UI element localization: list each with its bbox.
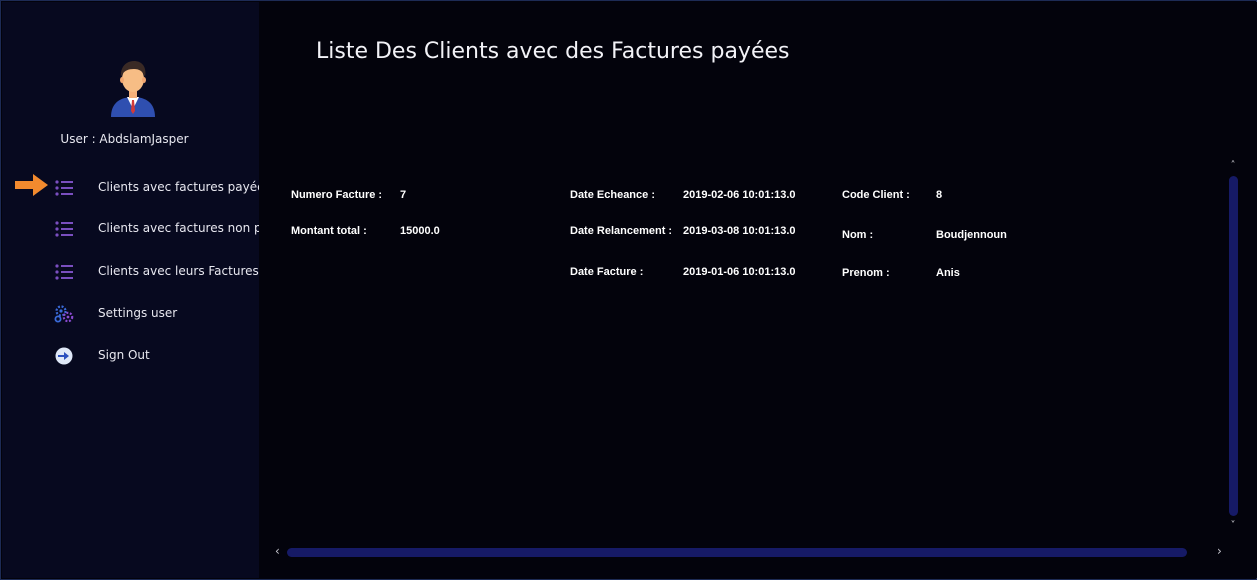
list-icon (55, 264, 73, 280)
page-title: Liste Des Clients avec des Factures payé… (316, 39, 790, 64)
sidebar-item-label: Sign Out (98, 348, 150, 362)
numero-facture-value: 7 (400, 189, 407, 201)
date-facture-label: Date Facture : (570, 266, 644, 278)
date-relancement-label: Date Relancement : (570, 225, 673, 237)
sidebar-item-settings-user[interactable]: Settings user (2, 299, 259, 329)
sidebar-item-leurs-factures[interactable]: Clients avec leurs Factures (2, 257, 259, 287)
horizontal-scroll-thumb[interactable] (287, 548, 1187, 557)
montant-total-value: 15000.0 (400, 225, 440, 237)
scroll-right-icon[interactable]: › (1217, 544, 1222, 558)
sidebar-item-label: Clients avec leurs Factures (98, 264, 259, 278)
montant-total-label: Montant total : (291, 225, 367, 237)
date-facture-value: 2019-01-06 10:01:13.0 (683, 266, 796, 278)
user-avatar-icon (111, 61, 155, 117)
numero-facture-label: Numero Facture : (291, 189, 383, 201)
nom-label: Nom : (842, 229, 874, 241)
list-icon (55, 221, 73, 237)
sidebar-item-label: Settings user (98, 306, 178, 320)
sidebar-item-sign-out[interactable]: Sign Out (2, 341, 259, 371)
app-window: User : AbdslamJasper Clients avec factur… (0, 0, 1257, 580)
main-content: Liste Des Clients avec des Factures payé… (259, 2, 1257, 578)
prenom-label: Prenom : (842, 267, 890, 279)
code-client-value: 8 (936, 189, 943, 201)
date-echeance-label: Date Echeance : (570, 189, 655, 201)
sidebar-item-label: Clients avec factures payées (98, 180, 271, 194)
code-client-label: Code Client : (842, 189, 910, 201)
user-label: User : AbdslamJasper (60, 132, 189, 146)
sidebar-item-factures-payees[interactable]: Clients avec factures payées (2, 173, 271, 203)
vertical-scroll-thumb[interactable] (1229, 176, 1238, 516)
date-relancement-value: 2019-03-08 10:01:13.0 (683, 225, 796, 237)
date-echeance-value: 2019-02-06 10:01:13.0 (683, 189, 796, 201)
prenom-value: Anis (936, 267, 960, 279)
nom-value: Boudjennoun (936, 229, 1007, 241)
scroll-up-icon[interactable]: ˄ (1227, 160, 1239, 171)
sidebar-item-factures-non-payes[interactable]: Clients avec factures non payés (2, 214, 290, 244)
sidebar: User : AbdslamJasper Clients avec factur… (2, 2, 290, 578)
sign-out-icon (55, 347, 73, 365)
vertical-scrollbar[interactable]: ˄ ˅ (1225, 160, 1239, 531)
list-icon (55, 180, 73, 196)
horizontal-scrollbar[interactable]: ‹ › (273, 544, 1223, 558)
gears-icon (54, 305, 74, 323)
scroll-left-icon[interactable]: ‹ (275, 544, 280, 558)
scroll-down-icon[interactable]: ˅ (1227, 520, 1239, 531)
